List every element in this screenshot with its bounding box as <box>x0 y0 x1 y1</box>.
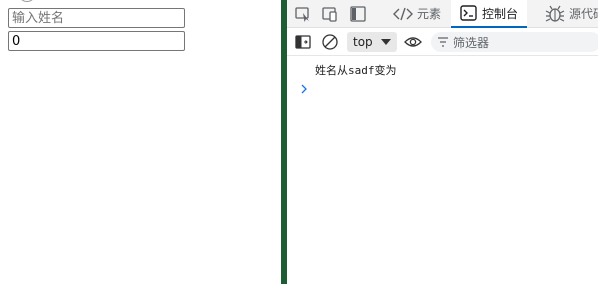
inspect-element-icon[interactable] <box>294 5 312 23</box>
device-emulation-icon[interactable] <box>321 5 339 23</box>
filter-icon <box>438 37 448 47</box>
chevron-down-icon <box>381 39 391 45</box>
clipped-control <box>20 0 34 2</box>
eye-icon[interactable] <box>403 33 422 51</box>
sidebar-toggle-icon[interactable] <box>349 5 367 23</box>
age-input[interactable] <box>8 31 185 51</box>
console-prompt-icon[interactable] <box>299 83 309 95</box>
name-input[interactable] <box>8 8 185 28</box>
context-value: top <box>353 35 373 49</box>
clear-console-icon[interactable] <box>321 33 339 51</box>
tab-elements[interactable]: 元素 <box>387 0 447 27</box>
tab-label: 源代码 <box>569 7 598 21</box>
console-icon <box>460 5 477 21</box>
context-select[interactable]: top <box>347 32 397 52</box>
filter-placeholder: 筛选器 <box>453 35 490 50</box>
devtools-panel: 元素 控制台 源代码 <box>287 0 598 284</box>
show-sidebar-icon[interactable] <box>294 33 312 51</box>
console-output: 姓名从sadf变为 <box>287 56 598 284</box>
tab-label: 控制台 <box>482 6 519 21</box>
page: 元素 控制台 源代码 <box>0 0 598 284</box>
app-pane <box>0 0 281 284</box>
console-message: 姓名从sadf变为 <box>315 64 397 77</box>
tab-label: 元素 <box>417 7 442 21</box>
filter-input[interactable]: 筛选器 <box>431 32 598 52</box>
bug-icon <box>545 5 565 22</box>
console-toolbar: top 筛选器 <box>287 28 598 56</box>
tab-console[interactable]: 控制台 <box>451 0 528 28</box>
tab-sources[interactable]: 源代码 <box>537 0 598 27</box>
devtools-tabbar: 元素 控制台 源代码 <box>287 0 598 28</box>
code-icon <box>393 7 413 20</box>
